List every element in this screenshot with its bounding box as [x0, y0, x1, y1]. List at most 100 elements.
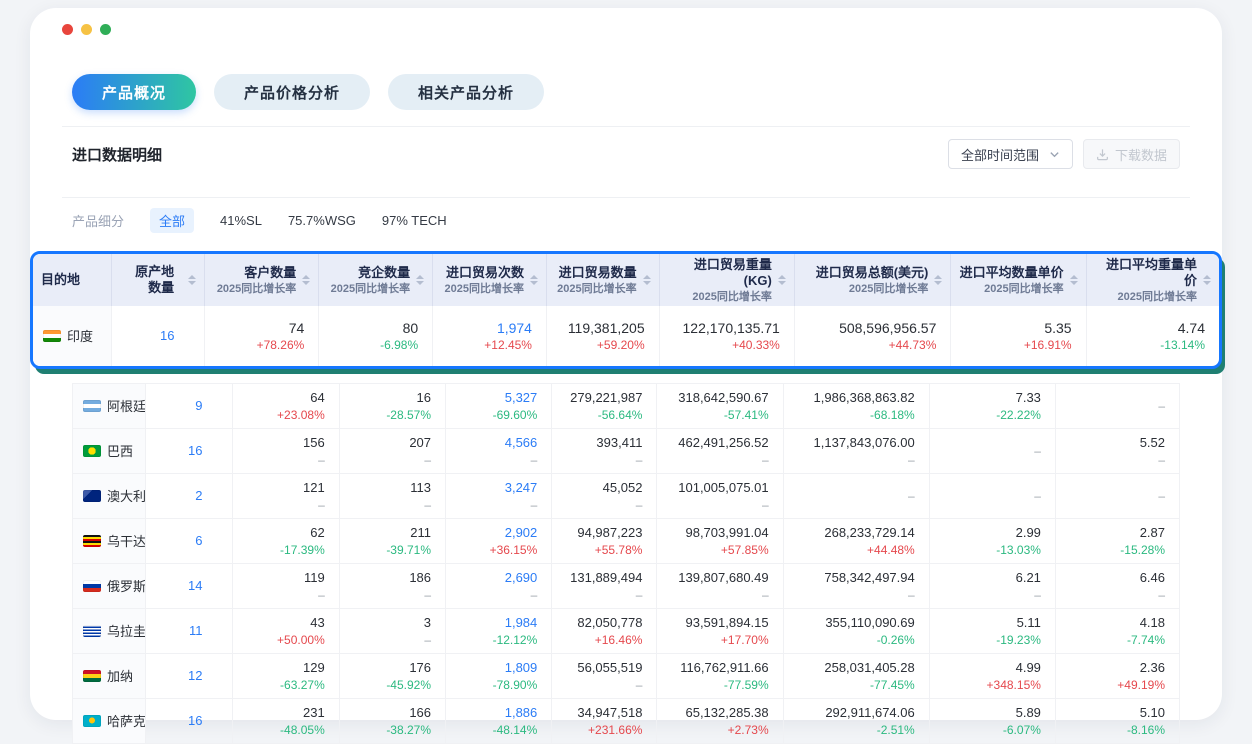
growth-value: –	[460, 452, 537, 468]
download-icon	[1096, 148, 1109, 161]
metric-cell: 139,807,680.49–	[657, 564, 783, 609]
column-header-3[interactable]: 客户数量2025同比增长率	[205, 254, 319, 306]
metric-cell: 3–	[339, 609, 445, 654]
growth-value: +12.45%	[447, 337, 532, 353]
sort-icon[interactable]	[530, 275, 538, 285]
metric-value: 64	[247, 389, 324, 407]
column-header-8[interactable]: 进口贸易总额(美元)2025同比增长率	[794, 254, 951, 306]
growth-value: -69.60%	[460, 407, 537, 423]
origin-count-link[interactable]: 16	[188, 713, 202, 728]
metric-cell: 508,596,956.57+44.73%	[794, 306, 951, 366]
sort-icon[interactable]	[188, 275, 196, 285]
trade-count-link[interactable]: 5,327	[460, 389, 537, 407]
column-subtitle: 2025同比增长率	[213, 282, 296, 296]
window-minimize-button[interactable]	[81, 24, 92, 35]
sort-icon[interactable]	[934, 275, 942, 285]
origin-count-cell: 16	[146, 699, 233, 744]
destination-cell: 加纳	[73, 654, 146, 699]
trade-count-link[interactable]: 2,902	[460, 524, 537, 542]
table-row[interactable]: 阿根廷964+23.08%16-28.57%5,327-69.60%279,22…	[73, 384, 1180, 429]
column-subtitle: 2025同比增长率	[959, 282, 1063, 296]
origin-count-link[interactable]: 9	[195, 398, 202, 413]
metric-value: 2.87	[1070, 524, 1165, 542]
metric-value: 258,031,405.28	[798, 659, 915, 677]
column-header-10[interactable]: 进口平均重量单价2025同比增长率	[1086, 254, 1219, 306]
window-zoom-button[interactable]	[100, 24, 111, 35]
metric-value: 231	[247, 704, 324, 722]
metric-cell: 2.36+49.19%	[1055, 654, 1179, 699]
sort-icon[interactable]	[1203, 275, 1211, 285]
table-row[interactable]: 加纳12129-63.27%176-45.92%1,809-78.90%56,0…	[73, 654, 1180, 699]
time-range-select[interactable]: 全部时间范围	[948, 139, 1073, 169]
metric-value: 16	[354, 389, 431, 407]
metric-cell: 45,052–	[552, 474, 657, 519]
growth-value: -0.26%	[798, 632, 915, 648]
growth-value: -38.27%	[354, 722, 431, 738]
metric-cell: 3,247–	[446, 474, 552, 519]
trade-count-link[interactable]: 3,247	[460, 479, 537, 497]
window-close-button[interactable]	[62, 24, 73, 35]
sort-icon[interactable]	[643, 275, 651, 285]
trade-count-link[interactable]: 1,809	[460, 659, 537, 677]
origin-count-link[interactable]: 16	[160, 328, 174, 343]
column-header-5[interactable]: 进口贸易次数2025同比增长率	[433, 254, 547, 306]
metric-value: 45,052	[566, 479, 642, 497]
trade-count-link[interactable]: 1,886	[460, 704, 537, 722]
origin-count-link[interactable]: 2	[195, 488, 202, 503]
trade-count-link[interactable]: 1,984	[460, 614, 537, 632]
section-header: 进口数据明细 全部时间范围 下载数据	[72, 127, 1180, 181]
metric-value: 3	[354, 614, 431, 632]
growth-value: +44.48%	[798, 542, 915, 558]
sort-icon[interactable]	[778, 275, 786, 285]
download-data-button[interactable]: 下载数据	[1083, 139, 1180, 169]
column-header-6[interactable]: 进口贸易数量2025同比增长率	[546, 254, 659, 306]
growth-value: -48.05%	[247, 722, 324, 738]
column-header-9[interactable]: 进口平均数量单价2025同比增长率	[951, 254, 1086, 306]
growth-value: -6.07%	[944, 722, 1041, 738]
tab-product-overview[interactable]: 产品概况	[72, 74, 196, 110]
origin-count-cell: 12	[146, 654, 233, 699]
metric-cell: 43+50.00%	[233, 609, 339, 654]
destination-cell: 澳大利亚	[73, 474, 146, 519]
filter-option-97tech[interactable]: 97% TECH	[382, 213, 447, 228]
trade-count-link[interactable]: 4,566	[460, 434, 537, 452]
metric-value: 98,703,991.04	[671, 524, 768, 542]
growth-value: -56.64%	[566, 407, 642, 423]
table-row[interactable]: 澳大利亚2121–113–3,247–45,052–101,005,075.01…	[73, 474, 1180, 519]
table-row[interactable]: 俄罗斯14119–186–2,690–131,889,494–139,807,6…	[73, 564, 1180, 609]
sort-icon[interactable]	[1070, 275, 1078, 285]
metric-cell: 268,233,729.14+44.48%	[783, 519, 929, 564]
tab-product-price-analysis[interactable]: 产品价格分析	[214, 74, 370, 110]
filter-option-all[interactable]: 全部	[150, 208, 194, 233]
origin-count-link[interactable]: 12	[188, 668, 202, 683]
origin-count-cell: 14	[146, 564, 233, 609]
sort-icon[interactable]	[416, 275, 424, 285]
origin-count-link[interactable]: 16	[188, 443, 202, 458]
trade-count-link[interactable]: 2,690	[460, 569, 537, 587]
filter-option-757wsg[interactable]: 75.7%WSG	[288, 213, 356, 228]
trade-count-link[interactable]: 1,974	[447, 319, 532, 337]
country-label: 乌干达	[107, 534, 146, 549]
table-row[interactable]: 乌干达662-17.39%211-39.71%2,902+36.15%94,98…	[73, 519, 1180, 564]
table-row[interactable]: 印度1674+78.26%80-6.98%1,974+12.45%119,381…	[33, 306, 1219, 366]
filter-option-41sl[interactable]: 41%SL	[220, 213, 262, 228]
sort-icon[interactable]	[302, 275, 310, 285]
table-row[interactable]: 乌拉圭1143+50.00%3–1,984-12.12%82,050,778+1…	[73, 609, 1180, 654]
table-row[interactable]: 巴西16156–207–4,566–393,411–462,491,256.52…	[73, 429, 1180, 474]
column-header-2[interactable]: 原产地数量	[111, 254, 205, 306]
metric-cell: 119–	[233, 564, 339, 609]
origin-count-link[interactable]: 11	[189, 623, 203, 638]
growth-value: –	[354, 587, 431, 603]
growth-value: –	[247, 452, 324, 468]
column-header-7[interactable]: 进口贸易重量(KG)2025同比增长率	[659, 254, 794, 306]
metric-cell: 166-38.27%	[339, 699, 445, 744]
origin-count-link[interactable]: 6	[195, 533, 202, 548]
table-row[interactable]: 哈萨克斯坦16231-48.05%166-38.27%1,886-48.14%3…	[73, 699, 1180, 744]
origin-count-link[interactable]: 14	[188, 578, 202, 593]
tab-related-product-analysis[interactable]: 相关产品分析	[388, 74, 544, 110]
metric-value: 156	[247, 434, 324, 452]
metric-cell: 4.99+348.15%	[929, 654, 1055, 699]
origin-count-cell: 2	[146, 474, 233, 519]
metric-cell: –	[783, 474, 929, 519]
column-header-4[interactable]: 竞企数量2025同比增长率	[319, 254, 433, 306]
